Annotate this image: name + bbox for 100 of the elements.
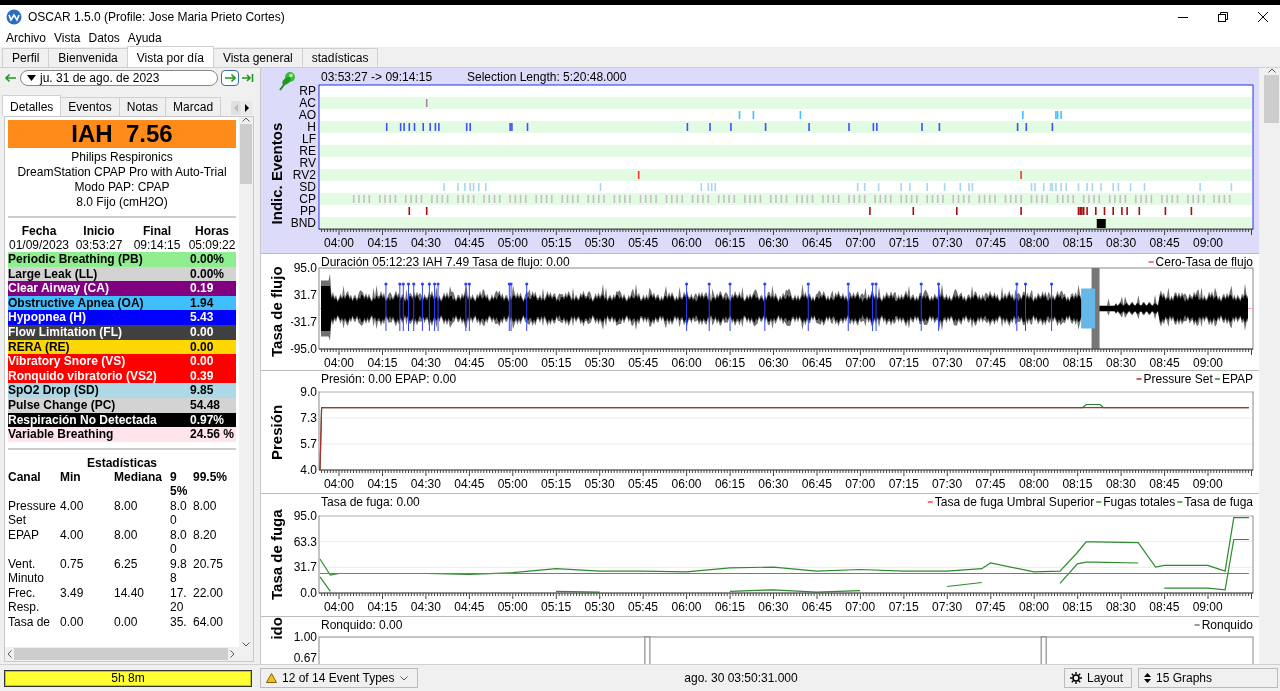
table-cell: 9.88 xyxy=(170,556,193,586)
event-name: Periodic Breathing (PB) xyxy=(8,252,144,267)
table-cell: Tasa de xyxy=(8,614,60,630)
event-rate: 0.00% xyxy=(190,252,226,267)
row-label: RP xyxy=(299,84,316,98)
axis-title: Tasa de fuga xyxy=(266,508,286,603)
axis-label: 05:15 xyxy=(541,236,572,250)
column-header: Horas xyxy=(194,224,230,238)
axis-label: 0.0 xyxy=(300,586,317,601)
usage-bar: 5h 8m xyxy=(4,669,252,687)
axis-label: 04:30 xyxy=(410,236,441,250)
axis-label: 08:00 xyxy=(1019,477,1049,492)
row-label: BND xyxy=(291,216,316,230)
axis-label: 04:45 xyxy=(454,356,485,371)
axis-label: 06:00 xyxy=(671,477,702,492)
axis-label: 06:15 xyxy=(715,356,746,371)
column-header: 99.5% xyxy=(193,469,229,486)
column-header: Fecha xyxy=(20,224,58,238)
axis-label: 07:45 xyxy=(975,600,1006,615)
table-cell: 14.40 xyxy=(114,585,170,615)
axis-label: 08:00 xyxy=(1019,236,1050,250)
axis-label: 09:00 xyxy=(1192,477,1223,492)
axis-label: 31.7 xyxy=(293,288,317,303)
table-cell-text: 64.00 xyxy=(193,614,225,630)
axis-label: 07:30 xyxy=(932,356,963,371)
axis-label: 08:30 xyxy=(1106,356,1137,371)
axis-label: 09:00 xyxy=(1193,356,1223,371)
axis-label: 08:30 xyxy=(1105,600,1136,615)
table-cell: Pressure Set xyxy=(8,498,60,528)
axis-label: 05:15 xyxy=(541,477,572,492)
axis-title: Presión xyxy=(266,403,286,462)
table-cell: 17.20 xyxy=(170,585,193,615)
event-name: Ronquido vibratorio (VS2) xyxy=(8,368,158,384)
table-cell-text: 22.00 xyxy=(193,585,225,602)
event-name: Variable Breathing xyxy=(8,427,115,442)
event-rate: 9.85 xyxy=(190,383,215,398)
window-title: OSCAR 1.5.0 (Profile: Jose Maria Prieto Cortes) xyxy=(28,9,285,24)
table-cell: 8.00 xyxy=(114,527,170,557)
axis-label: 06:00 xyxy=(671,600,702,615)
axis-label: 07:30 xyxy=(932,477,963,492)
column-header: 95% xyxy=(170,469,193,499)
axis-label: 7.3 xyxy=(300,411,317,426)
axis-label: 05:00 xyxy=(497,477,528,492)
legend-label: EPAP xyxy=(1221,372,1253,387)
axis-label: 04:45 xyxy=(454,236,485,250)
device-info-text: Modo PAP: CPAP xyxy=(73,180,171,195)
row-label: LF xyxy=(302,132,316,146)
axis-label: 06:45 xyxy=(802,356,832,371)
axis-label: 95.0 xyxy=(293,509,317,524)
table-cell: 8.00 xyxy=(170,527,193,557)
axis-label: 09:00 xyxy=(1192,600,1223,615)
chart-header: 03:53:27 -> 09:14:15 xyxy=(321,70,433,84)
event-rate: 0.19 xyxy=(190,281,215,296)
event-name: Vibratory Snore (VS) xyxy=(8,354,127,369)
chart-header: Tasa de fuga: 0.00 xyxy=(321,495,420,510)
axis-label: 07:00 xyxy=(845,236,876,250)
legend-label: Ronquido xyxy=(1201,618,1253,633)
axis-label: 08:30 xyxy=(1106,236,1137,250)
axis-label: 07:00 xyxy=(845,600,876,615)
axis-label: 04:00 xyxy=(323,477,354,492)
event-name: Pulse Change (PC) xyxy=(8,397,117,413)
event-rate: 0.00 xyxy=(190,354,215,369)
row-label: PP xyxy=(300,204,316,218)
axis-label: 08:15 xyxy=(1062,477,1093,492)
axis-label: 07:00 xyxy=(845,477,876,492)
event-rate: 0.00 xyxy=(190,339,215,355)
table-cell: 0.00 xyxy=(114,614,170,630)
table-cell: 01/09/2023 xyxy=(8,238,70,252)
table-cell-text: 03:53:27 xyxy=(74,238,124,252)
device-info-text: 8.0 Fijo (cmH2O) xyxy=(75,195,169,210)
axis-label: 05:30 xyxy=(584,600,615,615)
chart-header: Presión: 0.00 EPAP: 0.00 xyxy=(321,372,457,387)
legend-label: Pressure Set xyxy=(1143,372,1213,387)
row-label: CP xyxy=(299,192,316,206)
row-label: RV xyxy=(299,156,316,170)
row-label: RV2 xyxy=(292,168,316,182)
axis-label: 07:30 xyxy=(932,600,963,615)
table-cell-text: 8.00 xyxy=(193,498,218,515)
table-cell-text: 05:09:22 xyxy=(187,238,237,252)
axis-label: 06:30 xyxy=(758,477,789,492)
axis-label: 07:45 xyxy=(975,356,1006,371)
axis-label: 4.0 xyxy=(300,463,317,478)
row-label: AC xyxy=(299,96,316,110)
event-rate: 0.97% xyxy=(190,412,226,428)
axis-label: 04:15 xyxy=(367,600,398,615)
legend-label: Tasa de fuga xyxy=(1184,495,1253,510)
axis-label: 06:30 xyxy=(758,236,789,250)
column-header: Canal xyxy=(8,469,60,499)
axis-label: 08:15 xyxy=(1062,600,1093,615)
event-name: Clear Airway (CA) xyxy=(8,281,110,296)
axis-label: 04:30 xyxy=(410,477,441,492)
axis-label: 1.00 xyxy=(293,630,317,645)
axis-label: 08:00 xyxy=(1019,600,1049,615)
axis-label: 07:30 xyxy=(932,236,963,250)
axis-label: 04:45 xyxy=(454,477,485,492)
axis-label: 9.0 xyxy=(300,385,317,400)
axis-label: 04:45 xyxy=(454,600,485,615)
axis-label: 07:45 xyxy=(975,477,1006,492)
axis-label: 95.0 xyxy=(293,261,317,276)
axis-label: 05:15 xyxy=(541,600,572,615)
